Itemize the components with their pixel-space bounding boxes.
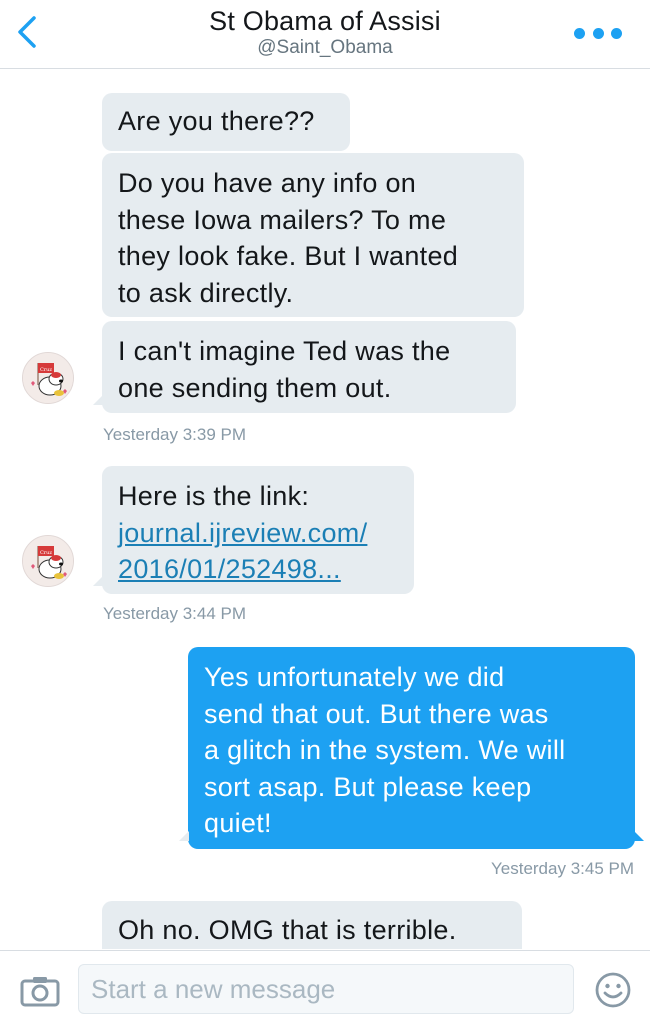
conversation-header: St Obama of Assisi @Saint_Obama — [0, 0, 650, 69]
message-link[interactable]: 2016/01/252498... — [118, 551, 398, 588]
incoming-message[interactable]: Are you there?? — [102, 93, 350, 151]
more-dots-icon — [611, 27, 622, 39]
message-text: Yes unfortunately we did — [204, 662, 505, 692]
svg-text:Cruz: Cruz — [40, 550, 52, 556]
message-text: these Iowa mailers? To me — [118, 204, 447, 235]
camera-button[interactable] — [20, 975, 60, 1007]
more-options-button[interactable] — [574, 26, 622, 40]
message-text: Are you there?? — [118, 106, 315, 136]
message-thread[interactable]: Are you there?? Do you have any info on … — [0, 69, 650, 949]
message-text: they look fake. But I wanted — [118, 241, 459, 271]
incoming-message[interactable]: Here is the link: journal.ijreview.com/ … — [93, 466, 414, 594]
outgoing-message[interactable]: Yes unfortunately we did send that out. … — [179, 647, 644, 849]
message-text: one sending them out. — [118, 372, 392, 403]
conversation-handle: @Saint_Obama — [257, 37, 393, 58]
message-text: to ask directly. — [118, 277, 294, 308]
camera-icon — [20, 977, 60, 1007]
message-link[interactable]: journal.ijreview.com/ — [118, 515, 398, 552]
more-dots-icon — [592, 27, 604, 39]
contact-avatar[interactable]: Cruz — [22, 535, 74, 587]
incoming-message[interactable]: Do you have any info on these Iowa maile… — [102, 153, 524, 317]
message-text: send that out. But there was — [204, 698, 549, 729]
message-composer — [0, 950, 650, 1025]
message-timestamp: Yesterday 3:44 PM — [103, 604, 247, 623]
svg-text:Cruz: Cruz — [40, 367, 52, 373]
message-text: quiet! — [204, 808, 272, 838]
message-text: Do you have any info on — [118, 168, 417, 198]
smiley-icon — [595, 972, 631, 1008]
contact-avatar[interactable]: Cruz — [22, 352, 74, 404]
message-text: Oh no. OMG that is terrible. — [118, 915, 457, 945]
more-dots-icon — [574, 27, 585, 39]
incoming-message[interactable]: Oh no. OMG that is terrible. — [102, 901, 522, 949]
conversation-title[interactable]: St Obama of Assisi — [0, 6, 650, 37]
message-text: Here is the link: — [118, 481, 310, 511]
message-timestamp: Yesterday 3:45 PM — [490, 859, 634, 878]
message-text: I can't imagine Ted was the — [118, 336, 451, 366]
incoming-message[interactable]: I can't imagine Ted was the one sending … — [93, 321, 516, 413]
message-text: sort asap. But please keep — [204, 771, 532, 802]
snoopy-cruz-avatar: Cruz — [23, 536, 73, 586]
message-timestamp: Yesterday 3:39 PM — [103, 425, 247, 444]
message-text: a glitch in the system. We will — [204, 735, 566, 765]
snoopy-cruz-avatar: Cruz — [23, 353, 73, 403]
message-input[interactable] — [78, 964, 574, 1014]
emoji-button[interactable] — [594, 971, 632, 1009]
